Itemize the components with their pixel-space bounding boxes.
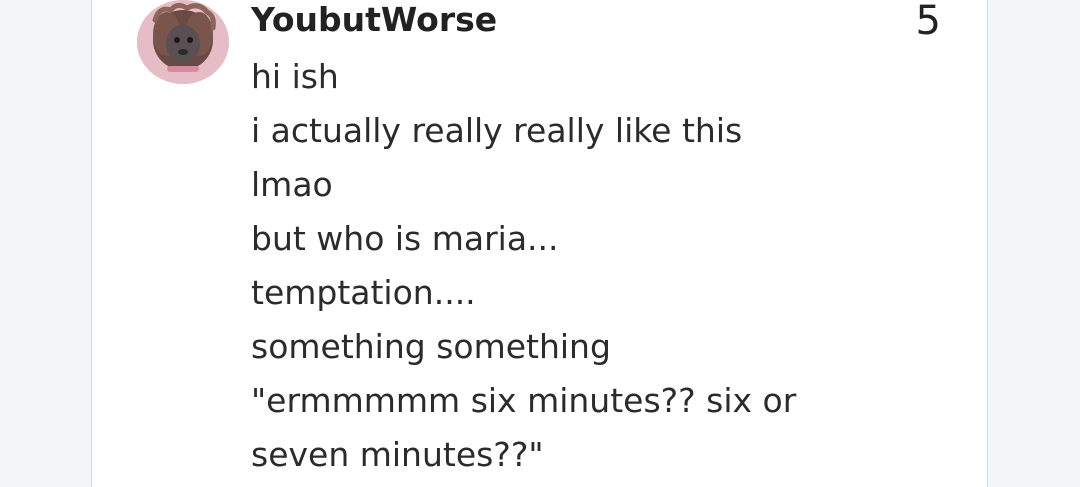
- comment-line: temptation....: [251, 273, 476, 312]
- comment-line: something something: [251, 327, 611, 366]
- comment-line: hi ish: [251, 57, 339, 96]
- comment-card: YoubutWorse 5 hi ish i actually really r…: [91, 0, 988, 487]
- comment-line: lmao: [251, 165, 333, 204]
- reply-count: 5: [915, 0, 941, 44]
- comment-line: seven minutes??": [251, 435, 544, 474]
- comment-line: i actually really really like this: [251, 111, 743, 150]
- username[interactable]: YoubutWorse: [251, 0, 497, 40]
- user-avatar-icon[interactable]: [137, 0, 229, 84]
- comment-line: "ermmmmm six minutes?? six or: [251, 381, 797, 420]
- comment-line: but who is maria...: [251, 219, 559, 258]
- comment-body: hi ish i actually really really like thi…: [251, 50, 951, 482]
